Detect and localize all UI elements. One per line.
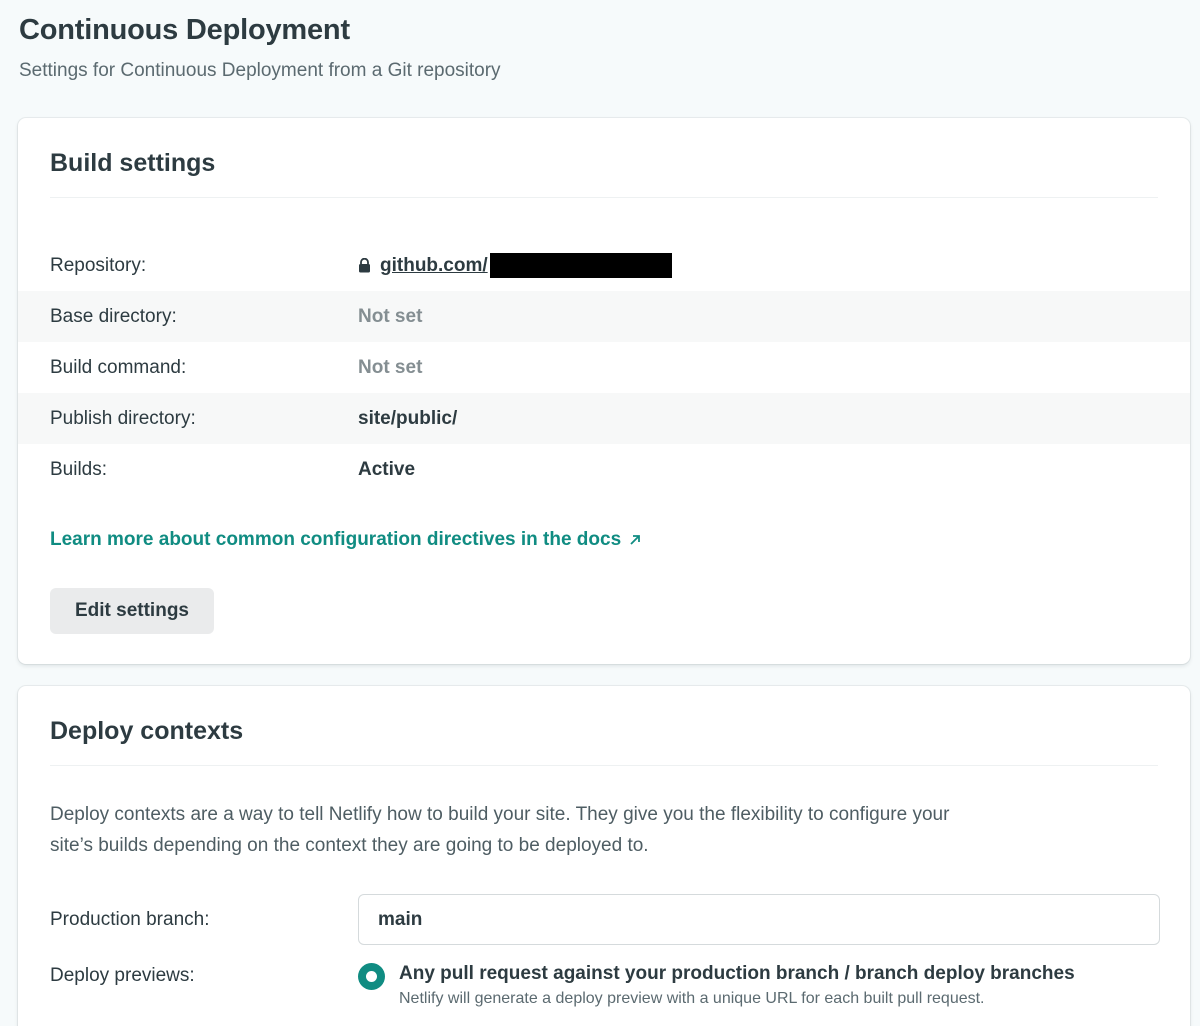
publish-directory-value: site/public/: [358, 407, 458, 429]
docs-link-text: Learn more about common configuration di…: [50, 529, 622, 550]
radio-selected-icon[interactable]: [358, 963, 385, 990]
repository-value: github.com/: [358, 253, 672, 278]
builds-label: Builds:: [50, 458, 108, 480]
base-directory-value: Not set: [358, 305, 423, 327]
deploy-previews-option[interactable]: Any pull request against your production…: [358, 962, 1075, 1008]
build-settings-title: Build settings: [50, 149, 216, 177]
deploy-previews-option-desc: Netlify will generate a deploy preview w…: [399, 990, 985, 1007]
production-branch-input[interactable]: [358, 894, 1160, 945]
deploy-contexts-description: Deploy contexts are a way to tell Netlif…: [50, 804, 950, 856]
repository-link[interactable]: github.com/: [380, 255, 488, 277]
arrow-up-right-icon: [630, 535, 641, 545]
radio-dot: [366, 971, 377, 982]
divider: [50, 197, 1158, 198]
deploy-contexts-card: Deploy contexts Deploy contexts are a wa…: [18, 686, 1190, 1026]
row-repository: Repository: github.com/: [18, 240, 1190, 291]
deploy-contexts-title: Deploy contexts: [50, 717, 244, 745]
page-title: Continuous Deployment: [19, 14, 350, 46]
row-base-directory: Base directory: Not set: [18, 291, 1190, 342]
build-command-label: Build command:: [50, 356, 187, 378]
page-subtitle: Settings for Continuous Deployment from …: [19, 60, 501, 81]
deploy-previews-option-label: Any pull request against your production…: [399, 963, 1075, 984]
row-publish-directory: Publish directory: site/public/: [18, 393, 1190, 444]
radio-text: Any pull request against your production…: [399, 962, 1075, 1008]
production-branch-label: Production branch:: [50, 909, 210, 930]
page: Continuous Deployment Settings for Conti…: [0, 0, 1200, 1026]
base-directory-label: Base directory:: [50, 305, 177, 327]
publish-directory-label: Publish directory:: [50, 407, 196, 429]
divider: [50, 765, 1158, 766]
row-build-command: Build command: Not set: [18, 342, 1190, 393]
deploy-previews-label: Deploy previews:: [50, 965, 195, 986]
lock-icon: [359, 258, 370, 273]
build-settings-card: Build settings Repository: github.com/ B…: [18, 118, 1190, 664]
docs-link[interactable]: Learn more about common configuration di…: [50, 529, 641, 551]
redacted-block: [489, 253, 672, 278]
build-settings-list: Repository: github.com/ Base directory: …: [18, 240, 1190, 495]
builds-value: Active: [358, 458, 416, 480]
build-command-value: Not set: [358, 356, 423, 378]
edit-settings-button[interactable]: Edit settings: [50, 588, 214, 634]
repository-label: Repository:: [50, 254, 147, 276]
row-builds: Builds: Active: [18, 444, 1190, 495]
